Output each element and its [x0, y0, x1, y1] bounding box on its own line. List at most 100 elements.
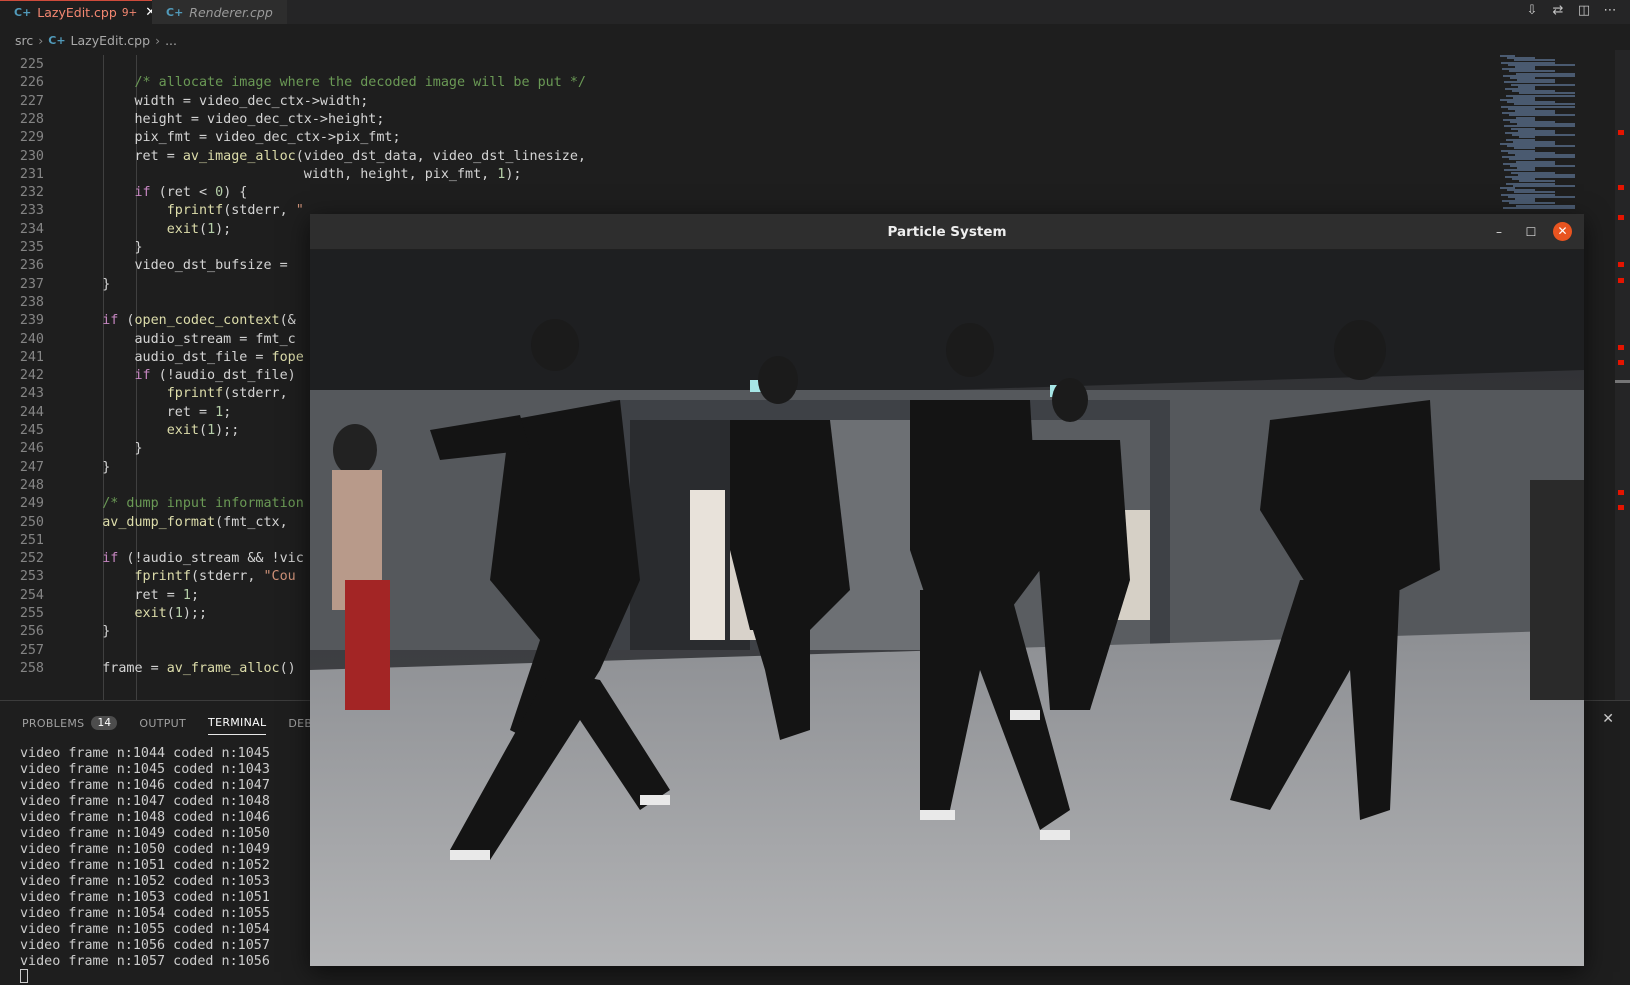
error-marker	[1618, 130, 1624, 135]
line-number: 255	[19, 606, 44, 621]
tab-lazyedit[interactable]: C+ LazyEdit.cpp 9+ ✕	[0, 0, 156, 24]
line-number: 238	[19, 294, 44, 310]
line-number: 249	[19, 496, 44, 512]
video-frame	[310, 250, 1584, 966]
line-number: 227	[19, 93, 44, 109]
terminal-line: video frame n:1048 coded n:1046	[20, 810, 270, 825]
tab-problems[interactable]: PROBLEMS 14	[22, 711, 118, 735]
source-control-icon[interactable]: ⇄	[1550, 3, 1566, 19]
problem-count: 9+	[121, 6, 138, 19]
error-marker	[1618, 262, 1624, 267]
code-text: width = video_dec_ctx->width;	[70, 93, 369, 109]
code-line[interactable]: 228 height = video_dec_ctx->height;	[0, 110, 1490, 129]
terminal-line: video frame n:1051 coded n:1052	[20, 858, 270, 873]
breadcrumb: src › C+ LazyEdit.cpp › ...	[0, 30, 177, 50]
breadcrumb-file[interactable]: LazyEdit.cpp	[71, 33, 151, 48]
error-marker	[1618, 505, 1624, 510]
problems-badge: 14	[91, 716, 118, 730]
line-number: 241	[19, 349, 44, 365]
code-text: ret = av_image_alloc(video_dst_data, vid…	[70, 148, 586, 164]
line-number: 253	[19, 569, 44, 585]
code-line[interactable]: 225	[0, 55, 1490, 74]
line-number: 240	[19, 331, 44, 347]
chevron-right-icon: ›	[155, 32, 161, 48]
minimap-line	[1503, 206, 1575, 209]
maximize-icon[interactable]: ☐	[1522, 223, 1540, 241]
editor-scrollbar[interactable]	[1615, 50, 1630, 700]
window-title: Particle System	[887, 224, 1007, 240]
line-number: 247	[19, 459, 44, 475]
line-number: 257	[19, 642, 44, 658]
code-text: if (!audio_stream && !vic	[102, 551, 304, 567]
breadcrumb-folder[interactable]: src	[15, 33, 33, 48]
code-text: }	[70, 624, 111, 640]
line-number: 226	[19, 75, 44, 91]
code-text: }	[70, 459, 111, 475]
error-marker	[1618, 360, 1624, 365]
line-number: 256	[19, 624, 44, 640]
minimap-line	[1513, 184, 1575, 187]
terminal-cursor	[20, 969, 28, 983]
code-line[interactable]: 227 width = video_dec_ctx->width;	[0, 92, 1490, 111]
line-number: 254	[19, 587, 44, 603]
code-text: ret = 1;	[70, 587, 199, 603]
tab-renderer[interactable]: C+ Renderer.cpp	[152, 0, 287, 24]
line-number: 228	[19, 111, 44, 127]
error-marker	[1618, 185, 1624, 190]
code-text: exit(1);;	[166, 423, 240, 438]
close-icon[interactable]: ✕	[1602, 711, 1614, 727]
editor-tab-bar: C+ LazyEdit.cpp 9+ ✕ C+ Renderer.cpp ⇩ ⇄…	[0, 0, 1630, 24]
tab-label: PROBLEMS	[22, 716, 85, 730]
compare-changes-icon[interactable]: ⇩	[1524, 3, 1540, 19]
code-text: width, height, pix_fmt, 1);	[70, 166, 522, 182]
terminal-line: video frame n:1049 coded n:1050	[20, 826, 270, 841]
line-number: 246	[19, 441, 44, 457]
terminal-output[interactable]: video frame n:1044 coded n:1045 video fra…	[20, 746, 270, 970]
line-number: 239	[19, 313, 44, 329]
code-text: /* dump input information	[102, 496, 304, 512]
code-text: fprintf(stderr,	[166, 386, 296, 402]
code-text: height = video_dec_ctx->height;	[70, 111, 385, 127]
line-number: 232	[19, 185, 44, 201]
tab-output[interactable]: OUTPUT	[139, 711, 186, 735]
minimize-icon[interactable]: –	[1490, 223, 1508, 241]
code-text: exit(1);	[166, 221, 232, 237]
cpp-file-icon: C+	[48, 33, 66, 47]
close-icon[interactable]: ✕	[1553, 222, 1572, 241]
terminal-line: video frame n:1047 coded n:1048	[20, 794, 270, 809]
line-number: 248	[19, 477, 44, 493]
tab-terminal[interactable]: TERMINAL	[208, 711, 267, 735]
code-text: av_dump_format(fmt_ctx,	[102, 514, 296, 530]
tab-label: Renderer.cpp	[189, 4, 273, 20]
code-line[interactable]: 231 width, height, pix_fmt, 1);	[0, 165, 1490, 184]
cpp-file-icon: C+	[14, 6, 32, 19]
tab-label: TERMINAL	[208, 716, 267, 729]
terminal-line: video frame n:1054 coded n:1055	[20, 906, 270, 921]
code-line[interactable]: 230 ret = av_image_alloc(video_dst_data,…	[0, 147, 1490, 166]
panel-tabs: PROBLEMS 14 OUTPUT TERMINAL DEBUG	[22, 711, 329, 735]
scrollbar-thumb[interactable]	[1615, 380, 1630, 383]
code-line[interactable]: 229 pix_fmt = video_dec_ctx->pix_fmt;	[0, 128, 1490, 147]
line-number: 250	[19, 514, 44, 530]
line-number: 233	[19, 203, 44, 219]
split-editor-icon[interactable]: ◫	[1576, 3, 1592, 19]
code-text: if (open_codec_context(&	[102, 313, 296, 329]
line-number: 251	[19, 532, 44, 548]
chevron-right-icon: ›	[38, 32, 44, 48]
line-number: 231	[19, 166, 44, 182]
line-number: 236	[19, 258, 44, 274]
code-line[interactable]: 232 if (ret < 0) {	[0, 183, 1490, 202]
tab-label: OUTPUT	[139, 716, 187, 730]
terminal-line: video frame n:1057 coded n:1056	[20, 954, 270, 969]
particle-system-window[interactable]: Particle System – ☐ ✕	[310, 214, 1584, 966]
more-actions-icon[interactable]: ⋯	[1602, 3, 1618, 19]
terminal-line: video frame n:1044 coded n:1045	[20, 746, 270, 761]
line-number: 234	[19, 221, 44, 237]
line-number: 245	[19, 423, 44, 438]
code-text: }	[70, 441, 143, 457]
breadcrumb-symbol[interactable]: ...	[165, 33, 177, 48]
code-line[interactable]: 226 /* allocate image where the decoded …	[0, 73, 1490, 92]
window-titlebar[interactable]: Particle System – ☐ ✕	[310, 214, 1584, 250]
code-text: pix_fmt = video_dec_ctx->pix_fmt;	[70, 130, 401, 146]
code-text: if (!audio_dst_file)	[134, 368, 296, 384]
